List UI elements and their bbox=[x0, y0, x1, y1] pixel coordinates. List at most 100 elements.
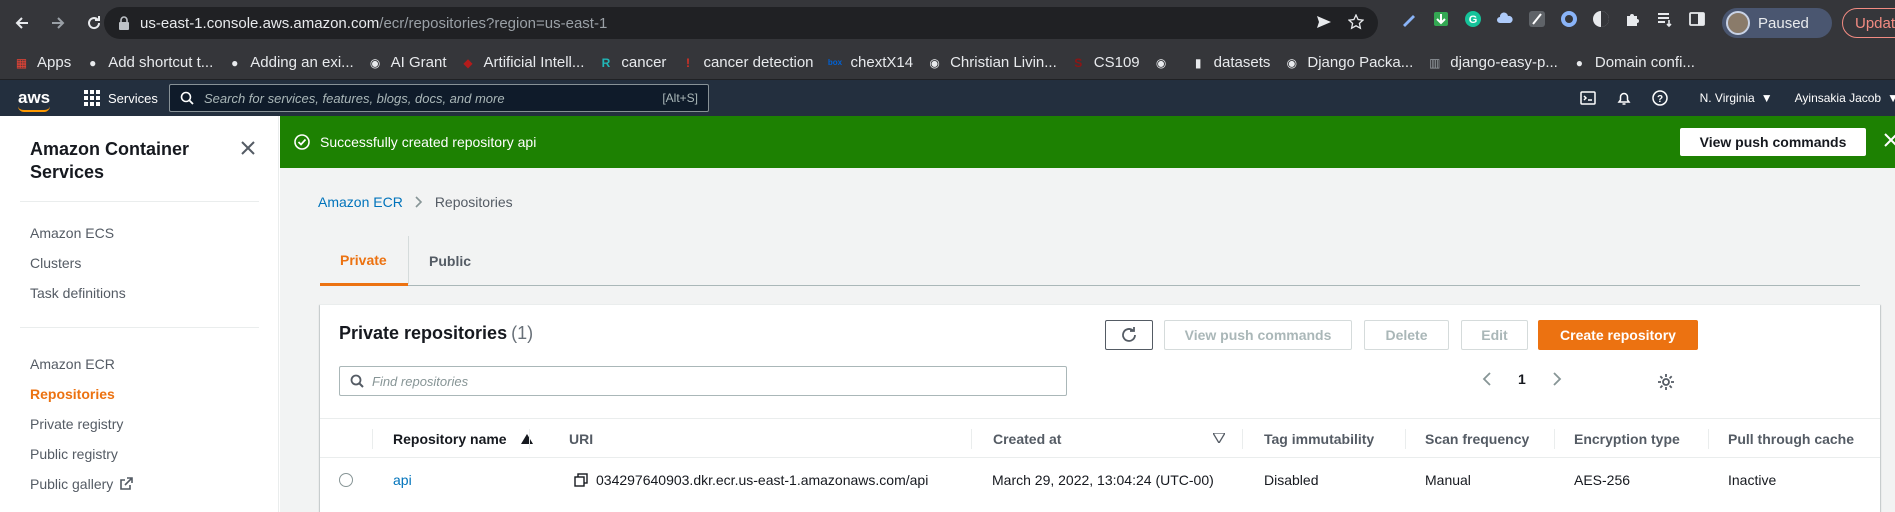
sidebar-item-clusters[interactable]: Clusters bbox=[30, 255, 81, 271]
pen-extension-icon[interactable] bbox=[1400, 10, 1418, 28]
column-divider bbox=[529, 429, 530, 449]
success-check-icon bbox=[294, 134, 310, 150]
tab-private[interactable]: Private bbox=[320, 236, 408, 286]
bookmark-item[interactable]: ◆ Artificial Intell... bbox=[461, 54, 585, 71]
address-bar[interactable]: us-east-1.console.aws.amazon.com/ecr/rep… bbox=[104, 7, 1378, 39]
user-name: Ayinsakia Jacob bbox=[1794, 91, 1882, 105]
breadcrumb-amazon-ecr[interactable]: Amazon ECR bbox=[318, 194, 403, 210]
services-menu[interactable]: Services bbox=[84, 90, 158, 106]
bookmark-label: Artificial Intell... bbox=[483, 54, 585, 71]
slash-extension-icon[interactable] bbox=[1528, 10, 1546, 28]
table-header: Repository name URI Created at Tag immut… bbox=[320, 418, 1880, 458]
radio-button[interactable] bbox=[339, 473, 353, 487]
repository-filter-input[interactable] bbox=[372, 373, 1052, 389]
gear-icon[interactable] bbox=[1657, 373, 1675, 391]
column-divider bbox=[1708, 429, 1709, 449]
aws-search-input[interactable]: Search for services, features, blogs, do… bbox=[169, 84, 709, 112]
star-icon[interactable] bbox=[1348, 14, 1364, 30]
half-circle-extension-icon[interactable] bbox=[1592, 10, 1610, 28]
send-icon[interactable] bbox=[1316, 14, 1332, 30]
bookmark-item[interactable]: S CS109 bbox=[1071, 54, 1139, 71]
column-header-repository-name[interactable]: Repository name bbox=[393, 419, 533, 459]
aws-console-nav: aws Services Search for services, featur… bbox=[0, 80, 1895, 116]
dismiss-icon[interactable] bbox=[1884, 133, 1895, 147]
sidebar-item-repositories[interactable]: Repositories bbox=[30, 386, 115, 402]
copy-icon[interactable] bbox=[574, 473, 588, 487]
back-icon[interactable] bbox=[8, 9, 36, 37]
table-row[interactable]: api 034297640903.dkr.ecr.us-east-1.amazo… bbox=[320, 458, 1880, 502]
sidebar-item-task-definitions[interactable]: Task definitions bbox=[30, 285, 126, 301]
column-header-created-at[interactable]: Created at bbox=[993, 419, 1061, 459]
repository-name-link[interactable]: api bbox=[393, 458, 412, 502]
side-panel-icon[interactable] bbox=[1688, 10, 1706, 28]
tab-public[interactable]: Public bbox=[409, 236, 491, 286]
bookmark-item[interactable]: ● Add shortcut t... bbox=[85, 54, 213, 71]
bookmark-item[interactable]: ● Domain confi... bbox=[1572, 54, 1695, 71]
search-placeholder: Search for services, features, blogs, do… bbox=[204, 90, 505, 106]
sidebar-item-amazon-ecs[interactable]: Amazon ECS bbox=[30, 225, 114, 241]
browser-toolbar: us-east-1.console.aws.amazon.com/ecr/rep… bbox=[0, 0, 1895, 46]
page-number[interactable]: 1 bbox=[1518, 371, 1526, 387]
download-extension-icon[interactable] bbox=[1432, 10, 1450, 28]
create-repository-button[interactable]: Create repository bbox=[1538, 320, 1698, 350]
bookmark-item[interactable]: box chextX14 bbox=[828, 54, 913, 71]
column-divider bbox=[372, 429, 373, 449]
bookmark-item[interactable]: ◉ Christian Livin... bbox=[927, 54, 1056, 71]
delete-button[interactable]: Delete bbox=[1364, 320, 1449, 350]
forward-icon[interactable] bbox=[44, 9, 72, 37]
column-header-pull-through-cache[interactable]: Pull through cache bbox=[1728, 419, 1854, 459]
bookmarks-bar: ▦ Apps ● Add shortcut t... ● Adding an exi...… bbox=[0, 46, 1895, 80]
row-select-radio[interactable] bbox=[339, 458, 353, 502]
bookmark-label: datasets bbox=[1213, 54, 1271, 71]
aws-logo[interactable]: aws bbox=[18, 88, 54, 112]
grammarly-icon[interactable]: G bbox=[1464, 10, 1482, 28]
bell-icon[interactable] bbox=[1606, 90, 1642, 106]
bookmark-item[interactable]: ▦ Apps bbox=[14, 54, 71, 71]
pin-icon: ! bbox=[685, 55, 690, 70]
bookmark-item[interactable]: ◉ AI Grant bbox=[368, 54, 447, 71]
profile-button[interactable]: Paused bbox=[1722, 8, 1832, 38]
bookmark-label: Django Packa... bbox=[1307, 54, 1414, 71]
reading-list-icon[interactable] bbox=[1656, 10, 1674, 28]
refresh-button[interactable] bbox=[1105, 320, 1153, 350]
r-icon: R bbox=[601, 55, 611, 70]
repository-filter[interactable] bbox=[339, 366, 1067, 396]
sort-descending-icon[interactable] bbox=[1213, 433, 1225, 443]
circle-extension-icon[interactable] bbox=[1560, 10, 1578, 28]
close-icon[interactable] bbox=[240, 140, 256, 156]
flash-view-push-commands-button[interactable]: View push commands bbox=[1680, 128, 1866, 156]
sidebar-item-public-gallery[interactable]: Public gallery bbox=[30, 476, 134, 492]
bookmark-item[interactable]: Rcancer bbox=[598, 54, 667, 71]
chevron-left-icon[interactable] bbox=[1482, 372, 1492, 386]
bookmark-item[interactable]: ◉ bbox=[1154, 55, 1177, 70]
panel-title-text: Private repositories bbox=[339, 323, 508, 343]
puzzle-extensions-icon[interactable] bbox=[1624, 10, 1642, 28]
cloudshell-icon[interactable] bbox=[1570, 90, 1606, 106]
help-icon[interactable]: ? bbox=[1642, 90, 1678, 106]
bookmark-item[interactable]: ● Adding an exi... bbox=[227, 54, 354, 71]
bookmark-item[interactable]: ◉ Django Packa... bbox=[1284, 54, 1414, 71]
bookmark-item[interactable]: ▮ datasets bbox=[1191, 54, 1271, 71]
column-header-encryption-type[interactable]: Encryption type bbox=[1574, 419, 1680, 459]
pull-through-cache-cell: Inactive bbox=[1728, 472, 1777, 488]
sidebar-item-public-registry[interactable]: Public registry bbox=[30, 446, 118, 462]
sidebar-item-private-registry[interactable]: Private registry bbox=[30, 416, 123, 432]
edit-button[interactable]: Edit bbox=[1461, 320, 1528, 350]
region-label: N. Virginia bbox=[1699, 91, 1755, 105]
bookmark-item[interactable]: ! cancer detection bbox=[680, 54, 814, 71]
region-selector[interactable]: N. Virginia ▼ bbox=[1700, 91, 1773, 105]
url-path: /ecr/repositories?region=us-east-1 bbox=[379, 14, 608, 32]
repository-uri: 034297640903.dkr.ecr.us-east-1.amazonaws… bbox=[596, 472, 929, 488]
url-text: us-east-1.console.aws.amazon.com/ecr/rep… bbox=[140, 15, 607, 32]
update-button[interactable]: Update bbox=[1842, 8, 1895, 38]
apps-grid-icon: ▦ bbox=[15, 55, 28, 70]
view-push-commands-button[interactable]: View push commands bbox=[1164, 320, 1352, 350]
column-header-uri[interactable]: URI bbox=[569, 419, 593, 459]
chevron-right-icon[interactable] bbox=[1552, 372, 1562, 386]
column-header-scan-frequency[interactable]: Scan frequency bbox=[1425, 419, 1529, 459]
sidebar-item-amazon-ecr[interactable]: Amazon ECR bbox=[30, 356, 115, 372]
column-header-tag-immutability[interactable]: Tag immutability bbox=[1264, 419, 1374, 459]
account-menu[interactable]: Ayinsakia Jacob ▼ bbox=[1795, 91, 1895, 105]
cloud-extension-icon[interactable] bbox=[1496, 10, 1514, 28]
bookmark-item[interactable]: ▥ django-easy-p... bbox=[1427, 54, 1558, 71]
